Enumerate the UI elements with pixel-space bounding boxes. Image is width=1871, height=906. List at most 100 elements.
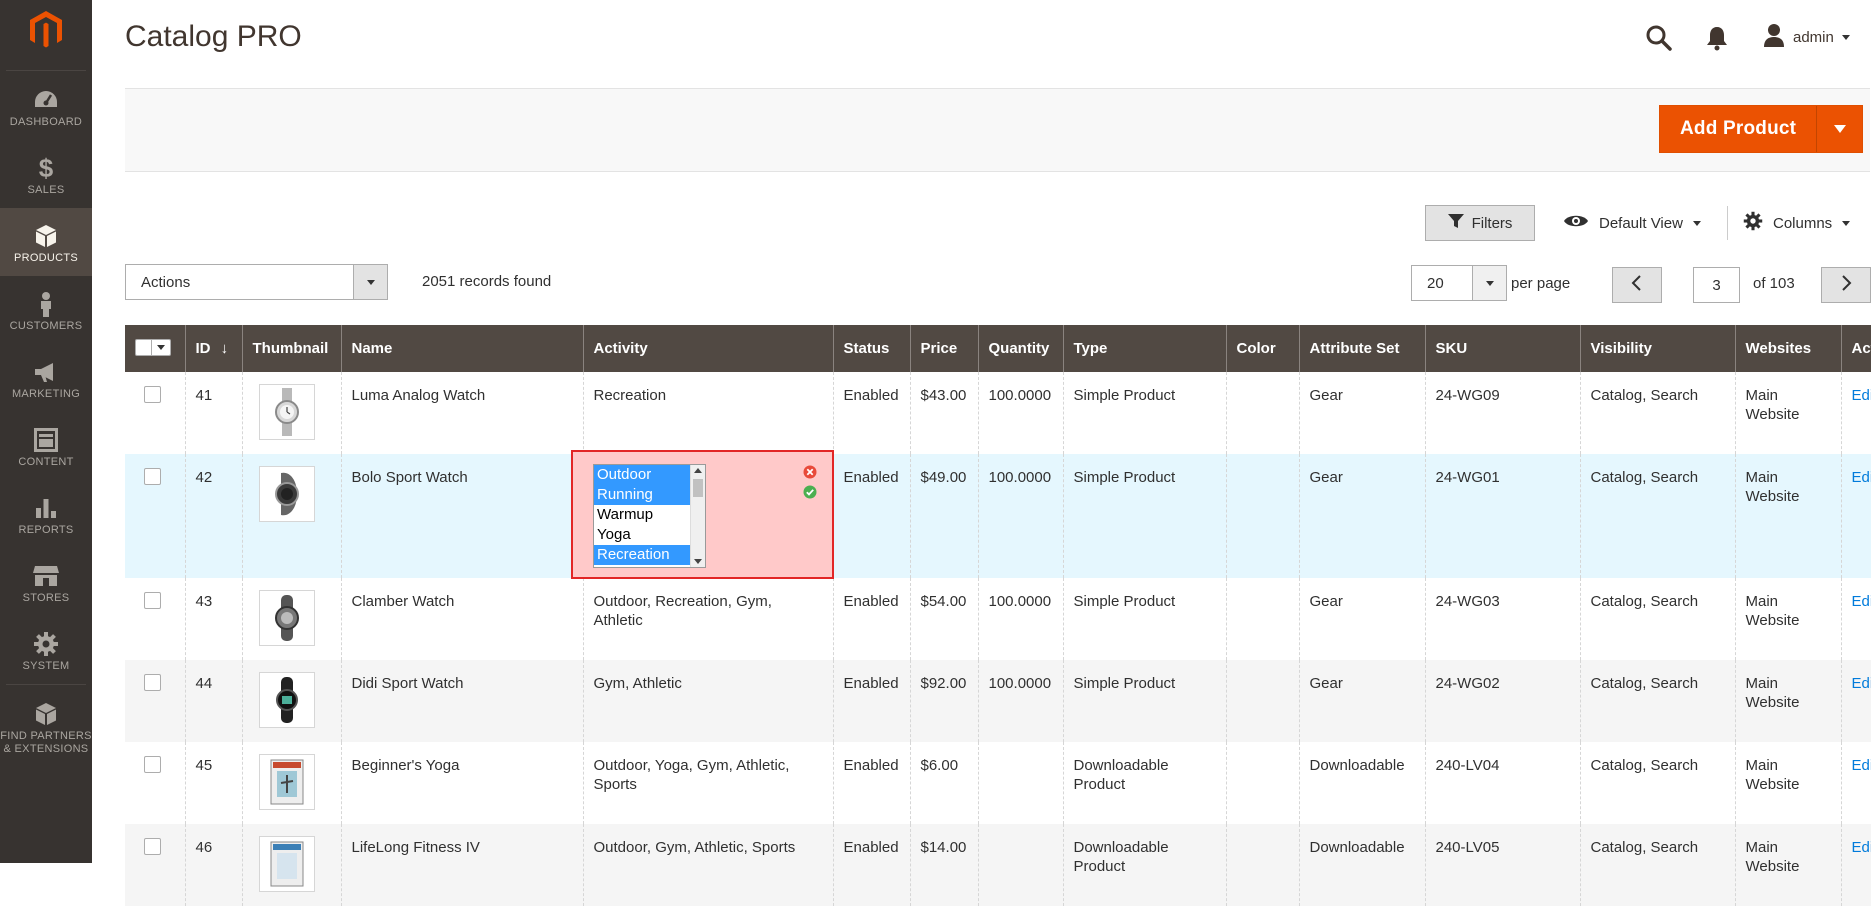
row-checkbox[interactable] <box>144 756 161 773</box>
column-header-attribute-set[interactable]: Attribute Set <box>1299 325 1425 372</box>
activity-multiselect[interactable]: Outdoor Running Warmup Yoga Recreation <box>593 464 706 568</box>
visibility-cell: Catalog, Search <box>1580 372 1735 454</box>
select-all-column[interactable] <box>125 325 185 372</box>
websites-cell: Main Website <box>1735 578 1841 660</box>
edit-link[interactable]: Edit <box>1852 469 1871 486</box>
edit-link[interactable]: Edit <box>1852 387 1871 404</box>
next-page-button[interactable] <box>1821 267 1871 303</box>
sidebar-item-customers[interactable]: CUSTOMERS <box>0 276 92 344</box>
column-header-quantity[interactable]: Quantity <box>978 325 1063 372</box>
mass-actions-label: Actions <box>126 265 353 299</box>
activity-option[interactable]: Running <box>594 485 705 505</box>
page-actions-bar <box>125 88 1870 172</box>
page-number-input[interactable] <box>1693 267 1740 303</box>
column-header-sku[interactable]: SKU <box>1425 325 1580 372</box>
filters-label: Filters <box>1472 215 1513 232</box>
bell-icon[interactable] <box>1705 24 1729 52</box>
product-thumbnail[interactable] <box>259 836 315 892</box>
product-thumbnail[interactable] <box>259 590 315 646</box>
quantity-cell: 100.0000 <box>978 660 1063 742</box>
scroll-up-icon[interactable] <box>694 468 702 473</box>
table-row[interactable]: 44 Didi Sport Watch Gym, Athletic Enable… <box>125 660 1871 742</box>
table-row-editing[interactable]: 42 Bolo Sport Watch Enabled $49.00 100.0… <box>125 454 1871 578</box>
activity-option[interactable]: Outdoor <box>594 465 705 485</box>
view-switcher[interactable]: Default View <box>1563 208 1701 238</box>
per-page-select[interactable]: 20 <box>1411 265 1507 301</box>
grid-header-row: ID ↓ Thumbnail Name Activity Status Pric… <box>125 325 1871 372</box>
column-header-visibility[interactable]: Visibility <box>1580 325 1735 372</box>
row-checkbox[interactable] <box>144 386 161 403</box>
column-header-type[interactable]: Type <box>1063 325 1226 372</box>
sidebar-item-dashboard[interactable]: DASHBOARD <box>0 72 92 140</box>
status-cell: Enabled <box>833 660 910 742</box>
search-icon[interactable] <box>1645 24 1673 52</box>
previous-page-button[interactable] <box>1612 267 1662 303</box>
sidebar-item-reports[interactable]: REPORTS <box>0 480 92 548</box>
edit-link[interactable]: Edit <box>1852 593 1871 610</box>
admin-sidebar: DASHBOARD $ SALES PRODUCTS CUSTOMERS MAR… <box>0 0 92 863</box>
table-row[interactable]: 43 Clamber Watch Outdoor, Recreation, Gy… <box>125 578 1871 660</box>
toolbar-divider <box>1727 206 1728 240</box>
column-header-status[interactable]: Status <box>833 325 910 372</box>
activity-cell[interactable]: Outdoor, Gym, Athletic, Sports <box>583 824 833 906</box>
activity-cell[interactable]: Recreation <box>583 372 833 454</box>
mass-actions-select[interactable]: Actions <box>125 264 388 300</box>
sidebar-item-stores[interactable]: STORES <box>0 548 92 616</box>
filters-button[interactable]: Filters <box>1425 205 1535 241</box>
add-product-label[interactable]: Add Product <box>1660 106 1816 152</box>
column-header-activity[interactable]: Activity <box>583 325 833 372</box>
scroll-down-icon[interactable] <box>694 559 702 564</box>
column-header-color[interactable]: Color <box>1226 325 1299 372</box>
column-header-id[interactable]: ID ↓ <box>185 325 242 372</box>
activity-option[interactable]: Warmup <box>594 505 705 525</box>
chevron-down-icon <box>1693 221 1701 226</box>
table-row[interactable]: 41 Luma Analog Watch Recreation Enabled … <box>125 372 1871 454</box>
listbox-scrollbar[interactable] <box>690 465 705 567</box>
user-menu[interactable]: admin <box>1763 22 1850 52</box>
row-checkbox[interactable] <box>144 468 161 485</box>
add-product-dropdown-toggle[interactable] <box>1816 106 1862 152</box>
product-thumbnail[interactable] <box>259 466 315 522</box>
table-row[interactable]: 45 Beginner's Yoga Outdoor, Yoga, Gym, A… <box>125 742 1871 824</box>
product-thumbnail[interactable] <box>259 672 315 728</box>
color-cell <box>1226 824 1299 906</box>
sidebar-item-system[interactable]: SYSTEM <box>0 616 92 684</box>
websites-cell: Main Website <box>1735 454 1841 578</box>
sidebar-item-products[interactable]: PRODUCTS <box>0 208 92 276</box>
save-edit-icon[interactable] <box>803 485 817 499</box>
edit-link[interactable]: Edit <box>1852 757 1871 774</box>
quantity-cell <box>978 742 1063 824</box>
visibility-cell: Catalog, Search <box>1580 742 1735 824</box>
table-row[interactable]: 46 LifeLong Fitness IV Outdoor, Gym, Ath… <box>125 824 1871 906</box>
sidebar-item-find-partners[interactable]: FIND PARTNERS & EXTENSIONS <box>0 686 92 766</box>
sidebar-item-marketing[interactable]: MARKETING <box>0 344 92 412</box>
type-cell: Downloadable Product <box>1063 742 1226 824</box>
column-header-name[interactable]: Name <box>341 325 583 372</box>
columns-button[interactable]: Columns <box>1743 208 1850 238</box>
edit-link[interactable]: Edit <box>1852 675 1871 692</box>
mass-select-checkbox[interactable] <box>135 339 171 356</box>
column-header-websites[interactable]: Websites <box>1735 325 1841 372</box>
row-checkbox[interactable] <box>144 592 161 609</box>
scrollbar-thumb[interactable] <box>693 479 703 497</box>
magento-logo-icon[interactable] <box>0 0 92 60</box>
activity-cell[interactable]: Gym, Athletic <box>583 660 833 742</box>
activity-cell[interactable]: Outdoor, Recreation, Gym, Athletic <box>583 578 833 660</box>
thumbnail-cell <box>242 372 341 454</box>
activity-option[interactable]: Recreation <box>594 545 705 565</box>
edit-link[interactable]: Edit <box>1852 839 1871 856</box>
product-thumbnail[interactable] <box>259 384 315 440</box>
sidebar-item-sales[interactable]: $ SALES <box>0 140 92 208</box>
column-header-price[interactable]: Price <box>910 325 978 372</box>
name-cell: Didi Sport Watch <box>341 660 583 742</box>
attribute-set-cell: Downloadable <box>1299 742 1425 824</box>
row-checkbox[interactable] <box>144 674 161 691</box>
sidebar-item-content[interactable]: CONTENT <box>0 412 92 480</box>
add-product-button[interactable]: Add Product <box>1659 105 1863 153</box>
product-thumbnail[interactable] <box>259 754 315 810</box>
activity-option[interactable]: Yoga <box>594 525 705 545</box>
row-checkbox[interactable] <box>144 838 161 855</box>
cancel-edit-icon[interactable] <box>803 465 817 479</box>
row-select-cell <box>125 824 185 906</box>
activity-cell[interactable]: Outdoor, Yoga, Gym, Athletic, Sports <box>583 742 833 824</box>
